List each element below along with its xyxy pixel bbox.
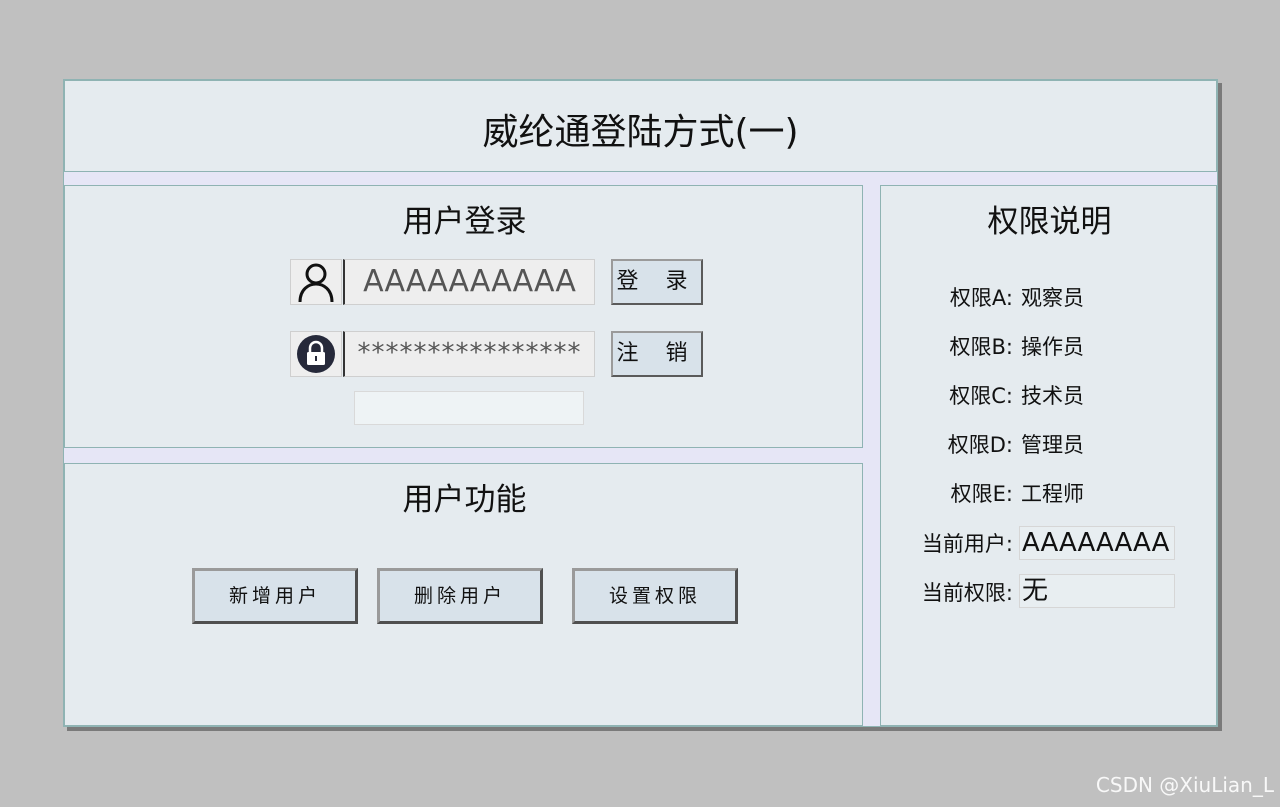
- current-permission-label: 当前权限:: [921, 581, 1013, 605]
- add-user-button[interactable]: 新增用户: [192, 568, 358, 624]
- permission-panel: 权限说明 权限A: 观察员 权限B: 操作员 权限C: 技术员 权限D: 管理员…: [880, 185, 1217, 726]
- permission-label: 权限A:: [949, 286, 1013, 310]
- current-permission-display: 无: [1019, 574, 1175, 608]
- permission-label: 权限D:: [947, 433, 1013, 457]
- permission-label: 权限C:: [949, 384, 1013, 408]
- permission-value: 工程师: [1021, 482, 1084, 506]
- permission-value: 管理员: [1021, 433, 1084, 457]
- permission-value: 操作员: [1021, 335, 1084, 359]
- login-panel: 用户登录 AAAAAAAAAA **************** 登 录 注 销: [64, 185, 863, 448]
- permission-value: 技术员: [1021, 384, 1084, 408]
- lock-icon-box: [290, 331, 342, 377]
- permission-row-a: 权限A: 观察员: [881, 282, 1218, 314]
- logout-button[interactable]: 注 销: [611, 331, 703, 377]
- permission-row-e: 权限E: 工程师: [881, 478, 1218, 510]
- permission-label: 权限E:: [950, 482, 1013, 506]
- page-title: 威纶通登陆方式(一): [482, 112, 799, 153]
- permission-row-d: 权限D: 管理员: [881, 429, 1218, 461]
- set-permission-button[interactable]: 设置权限: [572, 568, 738, 624]
- permission-value: 观察员: [1021, 286, 1084, 310]
- current-user-display: AAAAAAAA: [1019, 526, 1175, 560]
- password-field[interactable]: ****************: [343, 331, 595, 377]
- function-heading: 用户功能: [402, 482, 527, 518]
- login-button[interactable]: 登 录: [611, 259, 703, 305]
- user-icon-box: [290, 259, 342, 305]
- delete-user-button[interactable]: 删除用户: [377, 568, 543, 624]
- hmi-screen: 威纶通登陆方式(一) 用户登录 AAAAAAAAAA *************…: [63, 79, 1218, 727]
- title-panel: 威纶通登陆方式(一): [64, 80, 1217, 172]
- permission-heading: 权限说明: [987, 204, 1112, 240]
- user-icon: [298, 263, 334, 303]
- login-message-box: [354, 391, 584, 425]
- permission-row-c: 权限C: 技术员: [881, 380, 1218, 412]
- permission-label: 权限B:: [949, 335, 1013, 359]
- lock-icon: [297, 335, 335, 373]
- current-user-label: 当前用户:: [921, 532, 1013, 556]
- watermark: CSDN @XiuLian_L: [1095, 773, 1274, 797]
- permission-row-b: 权限B: 操作员: [881, 331, 1218, 363]
- login-heading: 用户登录: [402, 204, 527, 240]
- username-field[interactable]: AAAAAAAAAA: [343, 259, 595, 305]
